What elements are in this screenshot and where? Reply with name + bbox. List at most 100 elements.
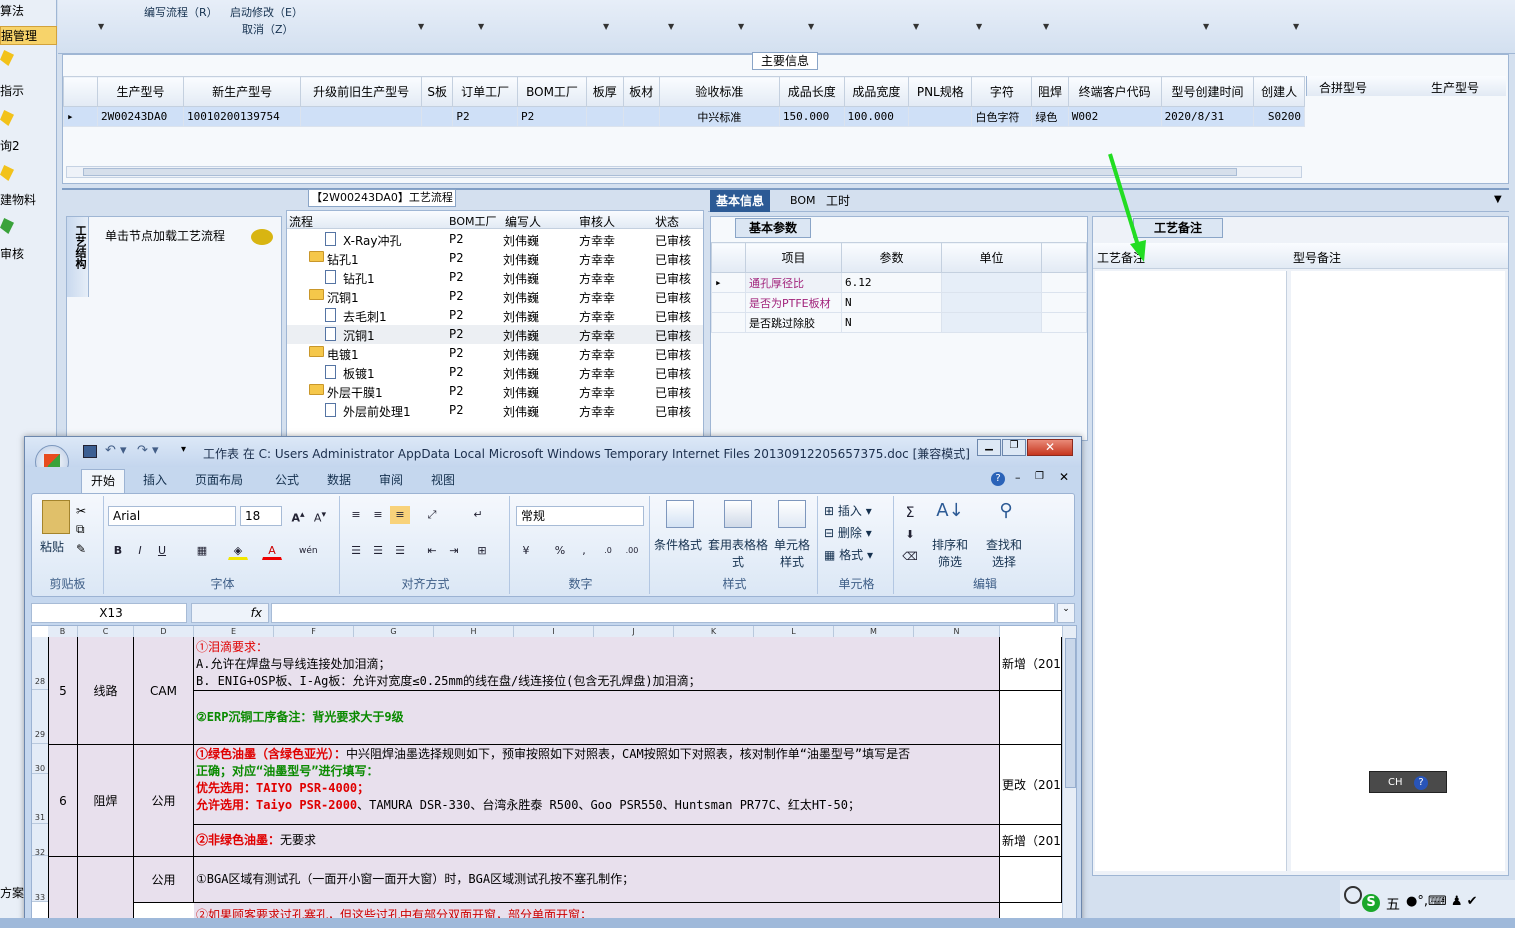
- decrease-decimal-icon[interactable]: .00: [622, 542, 642, 560]
- cell[interactable]: 6.12: [841, 272, 942, 293]
- column-header[interactable]: B: [48, 626, 78, 637]
- cell[interactable]: 10010200139754: [183, 106, 302, 127]
- column-header[interactable]: 板厚: [586, 76, 624, 107]
- dropdown-arrow-icon[interactable]: ▼: [976, 22, 982, 31]
- dropdown-arrow-icon[interactable]: ▼: [1043, 22, 1049, 31]
- cell[interactable]: 150.000: [778, 106, 845, 127]
- column-header[interactable]: I: [514, 626, 594, 637]
- cell[interactable]: N: [841, 312, 942, 333]
- grow-font-icon[interactable]: A▴: [288, 506, 308, 525]
- cell[interactable]: 是否跳过除胶: [745, 312, 842, 333]
- column-header[interactable]: 工艺备注: [1097, 249, 1145, 266]
- column-header[interactable]: 成品长度: [778, 76, 845, 107]
- tab-basic-info[interactable]: 基本信息: [710, 190, 771, 212]
- row-header[interactable]: 29: [32, 690, 48, 744]
- table-format-icon[interactable]: [724, 500, 752, 528]
- tree-row[interactable]: X-Ray冲孔 P2 刘伟巍 方幸幸 已审核: [287, 230, 703, 249]
- increase-indent-icon[interactable]: ⇥: [444, 542, 464, 560]
- tab-process-remarks[interactable]: 工艺备注: [1133, 218, 1223, 238]
- sidebar-item-algorithm[interactable]: 算法: [0, 2, 57, 19]
- column-header[interactable]: 验收标准: [658, 76, 780, 107]
- dropdown-arrow-icon[interactable]: ▼: [738, 22, 744, 31]
- cell-note[interactable]: [1000, 857, 1062, 903]
- column-header[interactable]: J: [594, 626, 674, 637]
- scrollbar-thumb[interactable]: [1065, 638, 1076, 788]
- ime-mode[interactable]: 五: [1386, 894, 1400, 914]
- cell[interactable]: S0200: [1253, 106, 1305, 127]
- dropdown-arrow-icon[interactable]: ▼: [1203, 22, 1209, 31]
- phonetic-icon[interactable]: wén: [298, 542, 318, 560]
- tree-row[interactable]: 钻孔1 P2 刘伟巍 方幸幸 已审核: [287, 268, 703, 287]
- column-header[interactable]: 型号创建时间: [1160, 76, 1255, 107]
- insert-button[interactable]: ⊞ 插入 ▾: [824, 502, 872, 519]
- column-header[interactable]: 审核人: [579, 213, 615, 230]
- save-icon[interactable]: [83, 445, 97, 458]
- help-icon[interactable]: ?: [991, 472, 1005, 486]
- fx-icon[interactable]: fx: [191, 603, 269, 623]
- cell[interactable]: [941, 312, 1042, 333]
- redo-icon[interactable]: ↷ ▾: [137, 443, 159, 458]
- shrink-font-icon[interactable]: A▾: [310, 506, 330, 525]
- column-header[interactable]: 生产型号: [1431, 79, 1479, 96]
- cell[interactable]: P2: [452, 106, 518, 127]
- cell-category[interactable]: 线路: [78, 637, 134, 745]
- column-header[interactable]: D: [134, 626, 194, 637]
- minimize-button[interactable]: ▁: [977, 439, 1001, 456]
- column-header[interactable]: N: [914, 626, 1000, 637]
- column-header[interactable]: 参数: [841, 242, 942, 273]
- cell[interactable]: 中兴标准: [658, 106, 780, 127]
- cell[interactable]: [941, 292, 1042, 313]
- cell-number[interactable]: [48, 857, 78, 926]
- table-row[interactable]: 是否跳过除胶 N: [711, 312, 1087, 333]
- bold-icon[interactable]: B: [108, 542, 128, 560]
- column-header[interactable]: E: [194, 626, 274, 637]
- dropdown-arrow-icon[interactable]: ▼: [603, 22, 609, 31]
- column-header[interactable]: BOM工厂: [516, 76, 588, 107]
- sidebar-item-review[interactable]: 审核: [0, 245, 57, 262]
- cell[interactable]: [908, 106, 973, 127]
- tree-row[interactable]: 电镀1 P2 刘伟巍 方幸幸 已审核: [287, 344, 703, 363]
- copy-icon[interactable]: ⧉: [76, 522, 85, 537]
- table-row[interactable]: 是否为PTFE板材 N: [711, 292, 1087, 313]
- column-header[interactable]: 阻焊: [1031, 76, 1069, 107]
- merge-center-icon[interactable]: ⊞: [472, 542, 492, 560]
- binoculars-icon[interactable]: ⚲: [992, 500, 1020, 528]
- cell[interactable]: 100.000: [843, 106, 910, 127]
- clear-icon[interactable]: ⌫: [900, 548, 920, 566]
- find-select-button[interactable]: 查找和选择: [982, 536, 1026, 570]
- table-format-button[interactable]: 套用表格格式: [708, 536, 768, 570]
- tab-formulas[interactable]: 公式: [275, 471, 299, 488]
- dropdown-arrow-icon[interactable]: ▼: [1494, 194, 1502, 205]
- cell[interactable]: P2: [516, 106, 588, 127]
- tree-row[interactable]: 外层干膜1 P2 刘伟巍 方幸幸 已审核: [287, 382, 703, 401]
- cut-icon[interactable]: ✂: [76, 504, 86, 518]
- dropdown-arrow-icon[interactable]: ▼: [418, 22, 424, 31]
- column-header[interactable]: 升级前旧生产型号: [300, 76, 423, 107]
- column-header[interactable]: G: [354, 626, 434, 637]
- column-header[interactable]: 单位: [941, 242, 1042, 273]
- border-icon[interactable]: ▦: [192, 542, 212, 560]
- comma-icon[interactable]: ,: [574, 542, 594, 560]
- dropdown-arrow-icon[interactable]: ▼: [98, 22, 104, 31]
- cancel-button[interactable]: 取消（Z）: [242, 21, 294, 37]
- cell-department[interactable]: CAM: [134, 637, 194, 745]
- column-header[interactable]: H: [434, 626, 514, 637]
- ribbon-minimize-icon[interactable]: –: [1015, 471, 1021, 484]
- tree-row[interactable]: 板镀1 P2 刘伟巍 方幸幸 已审核: [287, 363, 703, 382]
- tree-row[interactable]: 外层前处理1 P2 刘伟巍 方幸幸 已审核: [287, 401, 703, 420]
- column-header[interactable]: 终端客户代码: [1067, 76, 1162, 107]
- sidebar-item-query2[interactable]: 询2: [0, 137, 57, 154]
- column-header[interactable]: 字符: [971, 76, 1033, 107]
- column-header[interactable]: 编写人: [505, 213, 541, 230]
- ime-toolbar[interactable]: CH ?: [1369, 771, 1447, 793]
- sort-filter-button[interactable]: 排序和筛选: [928, 536, 972, 570]
- ribbon-close-icon[interactable]: ✕: [1059, 470, 1069, 484]
- font-size-select[interactable]: 18: [240, 506, 282, 526]
- cell-number[interactable]: 6: [48, 745, 78, 857]
- align-center-icon[interactable]: ☰: [368, 542, 388, 560]
- expand-formula-icon[interactable]: ⌄: [1057, 603, 1075, 623]
- tab-review[interactable]: 审阅: [379, 471, 403, 488]
- name-box[interactable]: X13: [31, 603, 187, 623]
- tab-page-layout[interactable]: 页面布局: [195, 471, 243, 488]
- cell-department[interactable]: 公用: [134, 857, 194, 903]
